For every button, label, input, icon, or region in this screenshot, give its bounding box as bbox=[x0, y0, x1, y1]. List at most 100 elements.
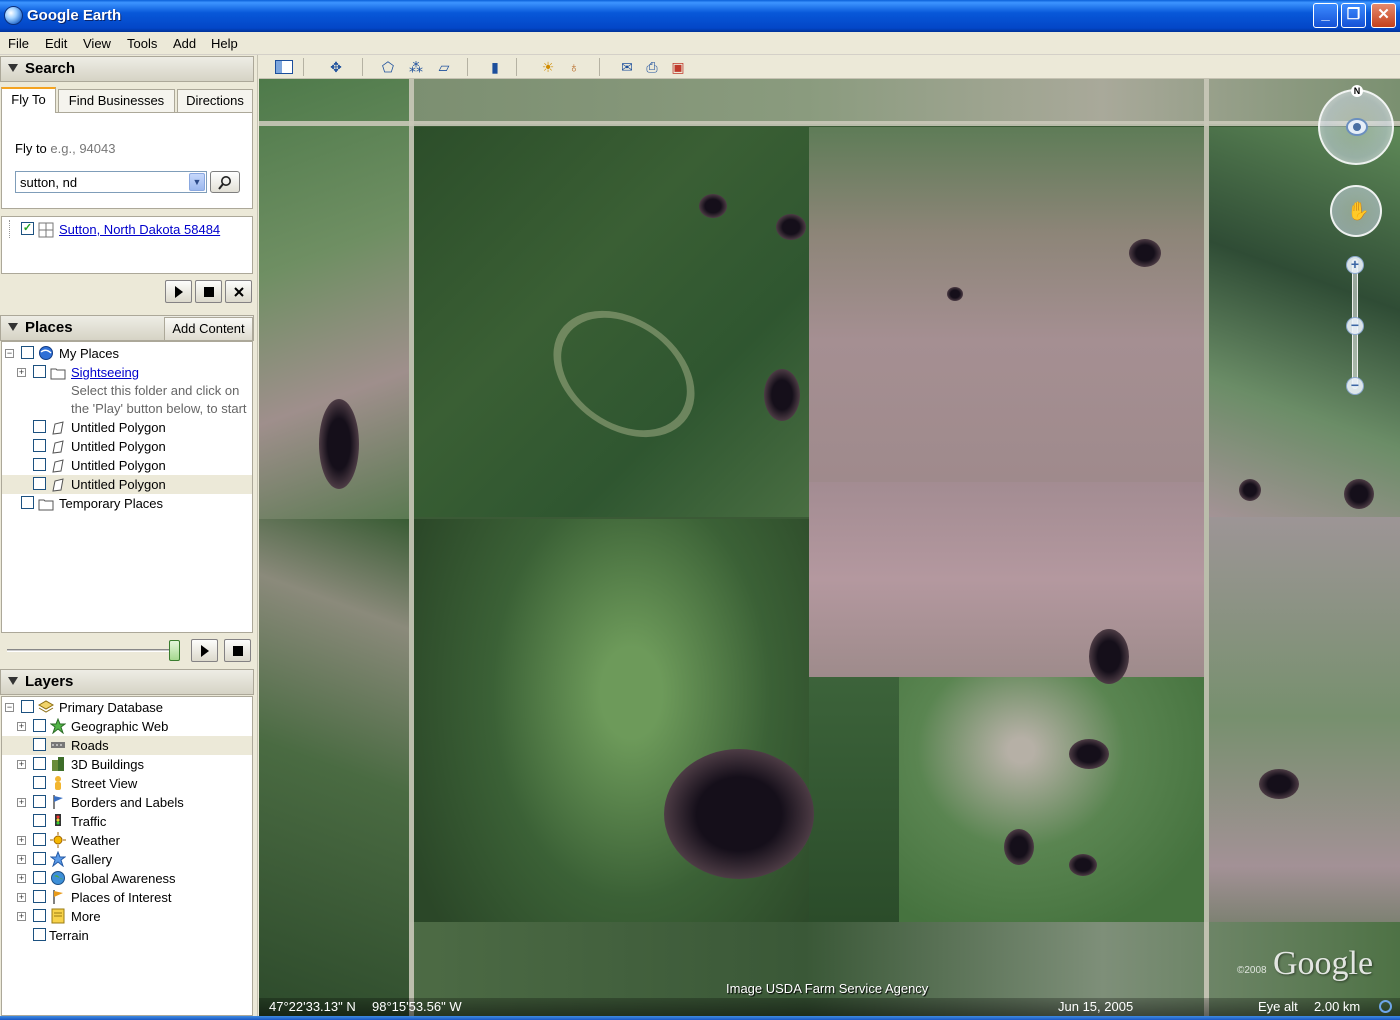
layer-traffic[interactable]: Traffic bbox=[2, 812, 252, 831]
layer-places-of-interest[interactable]: + Places of Interest bbox=[2, 888, 252, 907]
expand-toggle-icon[interactable]: + bbox=[17, 760, 26, 769]
expand-toggle-icon[interactable]: + bbox=[17, 722, 26, 731]
clear-results-button[interactable] bbox=[225, 280, 252, 303]
tree-checkbox[interactable] bbox=[33, 477, 46, 490]
tree-item-temporary-places[interactable]: Temporary Places bbox=[2, 494, 252, 513]
result-checkbox[interactable]: ✓ bbox=[21, 222, 34, 235]
tab-fly-to[interactable]: Fly To bbox=[1, 87, 56, 113]
layer-more[interactable]: + More bbox=[2, 907, 252, 926]
expand-toggle-icon[interactable]: + bbox=[17, 368, 26, 377]
look-control[interactable]: N bbox=[1318, 85, 1394, 165]
collapse-triangle-icon[interactable] bbox=[8, 64, 18, 72]
search-panel-header[interactable]: Search bbox=[0, 56, 254, 82]
stop-tour-button[interactable] bbox=[224, 639, 251, 662]
email-button[interactable]: ✉ bbox=[616, 57, 638, 77]
layer-checkbox[interactable] bbox=[21, 700, 34, 713]
menu-view[interactable]: View bbox=[83, 36, 111, 51]
tree-checkbox[interactable] bbox=[33, 458, 46, 471]
zoom-in-button[interactable]: + bbox=[1346, 256, 1364, 274]
tree-checkbox[interactable] bbox=[21, 346, 34, 359]
search-button[interactable] bbox=[210, 171, 240, 193]
tree-item-label[interactable]: Sightseeing bbox=[71, 365, 139, 380]
ruler-button[interactable]: ▮ bbox=[484, 57, 506, 77]
tree-checkbox[interactable] bbox=[33, 420, 46, 433]
layer-checkbox[interactable] bbox=[33, 776, 46, 789]
tab-find-businesses[interactable]: Find Businesses bbox=[58, 89, 175, 113]
layer-gallery[interactable]: + Gallery bbox=[2, 850, 252, 869]
close-button[interactable]: ✕ bbox=[1371, 3, 1396, 28]
layer-checkbox[interactable] bbox=[33, 719, 46, 732]
layers-panel-header[interactable]: Layers bbox=[0, 669, 254, 695]
tab-directions[interactable]: Directions bbox=[177, 89, 253, 113]
layer-primary-database[interactable]: − Primary Database bbox=[2, 698, 252, 717]
menu-help[interactable]: Help bbox=[211, 36, 238, 51]
tree-item-polygon[interactable]: Untitled Polygon bbox=[2, 418, 252, 437]
compass-north-label[interactable]: N bbox=[1351, 85, 1363, 97]
title-bar[interactable]: Google Earth _ ❐ ✕ bbox=[0, 0, 1400, 32]
search-combobox[interactable]: ▼ bbox=[15, 171, 207, 193]
maximize-button[interactable]: ❐ bbox=[1341, 3, 1366, 28]
add-image-overlay-button[interactable]: ▱ bbox=[433, 57, 455, 77]
tree-checkbox[interactable] bbox=[33, 365, 46, 378]
layer-checkbox[interactable] bbox=[33, 928, 46, 941]
sunlight-button[interactable]: ☀ bbox=[537, 57, 559, 77]
map-3d-view[interactable]: N ✋ + − − ©2008 Google Image USDA Farm S… bbox=[259, 79, 1400, 1016]
tree-item-my-places[interactable]: − My Places bbox=[2, 344, 252, 363]
stop-button[interactable] bbox=[195, 280, 222, 303]
expand-toggle-icon[interactable]: + bbox=[17, 836, 26, 845]
list-item[interactable]: ✓ Sutton, North Dakota 58484 bbox=[2, 220, 252, 239]
layer-checkbox[interactable] bbox=[33, 757, 46, 770]
search-input[interactable] bbox=[16, 172, 189, 192]
collapse-toggle-icon[interactable]: − bbox=[5, 349, 14, 358]
layer-checkbox[interactable] bbox=[33, 909, 46, 922]
expand-toggle-icon[interactable]: + bbox=[17, 912, 26, 921]
move-control[interactable]: ✋ bbox=[1330, 185, 1382, 237]
zoom-out-button[interactable]: − bbox=[1346, 377, 1364, 395]
result-link[interactable]: Sutton, North Dakota 58484 bbox=[59, 222, 220, 237]
layer-global-awareness[interactable]: + Global Awareness bbox=[2, 869, 252, 888]
tree-item-sightseeing[interactable]: + Sightseeing bbox=[2, 363, 252, 382]
layer-checkbox[interactable] bbox=[33, 833, 46, 846]
play-tour-button[interactable] bbox=[191, 639, 218, 662]
tree-checkbox[interactable] bbox=[21, 496, 34, 509]
tree-checkbox[interactable] bbox=[33, 439, 46, 452]
layer-3d-buildings[interactable]: + 3D Buildings bbox=[2, 755, 252, 774]
expand-toggle-icon[interactable]: + bbox=[17, 874, 26, 883]
toggle-sidebar-button[interactable] bbox=[273, 57, 295, 77]
layer-checkbox[interactable] bbox=[33, 738, 46, 751]
add-placemark-button[interactable]: ✥ bbox=[325, 57, 347, 77]
layer-roads[interactable]: Roads bbox=[2, 736, 252, 755]
add-content-button[interactable]: Add Content bbox=[164, 317, 253, 341]
menu-add[interactable]: Add bbox=[173, 36, 196, 51]
sky-button[interactable]: ♁ bbox=[563, 57, 585, 77]
add-path-button[interactable]: ⁂ bbox=[405, 57, 427, 77]
layer-checkbox[interactable] bbox=[33, 852, 46, 865]
collapse-triangle-icon[interactable] bbox=[8, 323, 18, 331]
zoom-slider-thumb[interactable]: − bbox=[1346, 317, 1364, 335]
tree-item-polygon[interactable]: Untitled Polygon bbox=[2, 437, 252, 456]
layer-street-view[interactable]: Street View bbox=[2, 774, 252, 793]
print-button[interactable]: ⎙ bbox=[641, 57, 663, 77]
tree-item-polygon[interactable]: Untitled Polygon bbox=[2, 456, 252, 475]
layer-geographic-web[interactable]: + Geographic Web bbox=[2, 717, 252, 736]
layer-checkbox[interactable] bbox=[33, 814, 46, 827]
view-in-maps-button[interactable]: ▣ bbox=[667, 57, 689, 77]
expand-toggle-icon[interactable]: + bbox=[17, 855, 26, 864]
chevron-down-icon[interactable]: ▼ bbox=[189, 173, 205, 191]
expand-toggle-icon[interactable]: + bbox=[17, 893, 26, 902]
expand-toggle-icon[interactable]: + bbox=[17, 798, 26, 807]
layer-checkbox[interactable] bbox=[33, 890, 46, 903]
tree-item-polygon-selected[interactable]: Untitled Polygon bbox=[2, 475, 252, 494]
collapse-toggle-icon[interactable]: − bbox=[5, 703, 14, 712]
menu-edit[interactable]: Edit bbox=[45, 36, 67, 51]
layer-checkbox[interactable] bbox=[33, 795, 46, 808]
minimize-button[interactable]: _ bbox=[1313, 3, 1338, 28]
play-button[interactable] bbox=[165, 280, 192, 303]
opacity-slider-track[interactable] bbox=[7, 649, 179, 652]
menu-tools[interactable]: Tools bbox=[127, 36, 157, 51]
add-polygon-button[interactable]: ⬠ bbox=[377, 57, 399, 77]
layer-checkbox[interactable] bbox=[33, 871, 46, 884]
layer-borders-labels[interactable]: + Borders and Labels bbox=[2, 793, 252, 812]
collapse-triangle-icon[interactable] bbox=[8, 677, 18, 685]
menu-file[interactable]: File bbox=[8, 36, 29, 51]
